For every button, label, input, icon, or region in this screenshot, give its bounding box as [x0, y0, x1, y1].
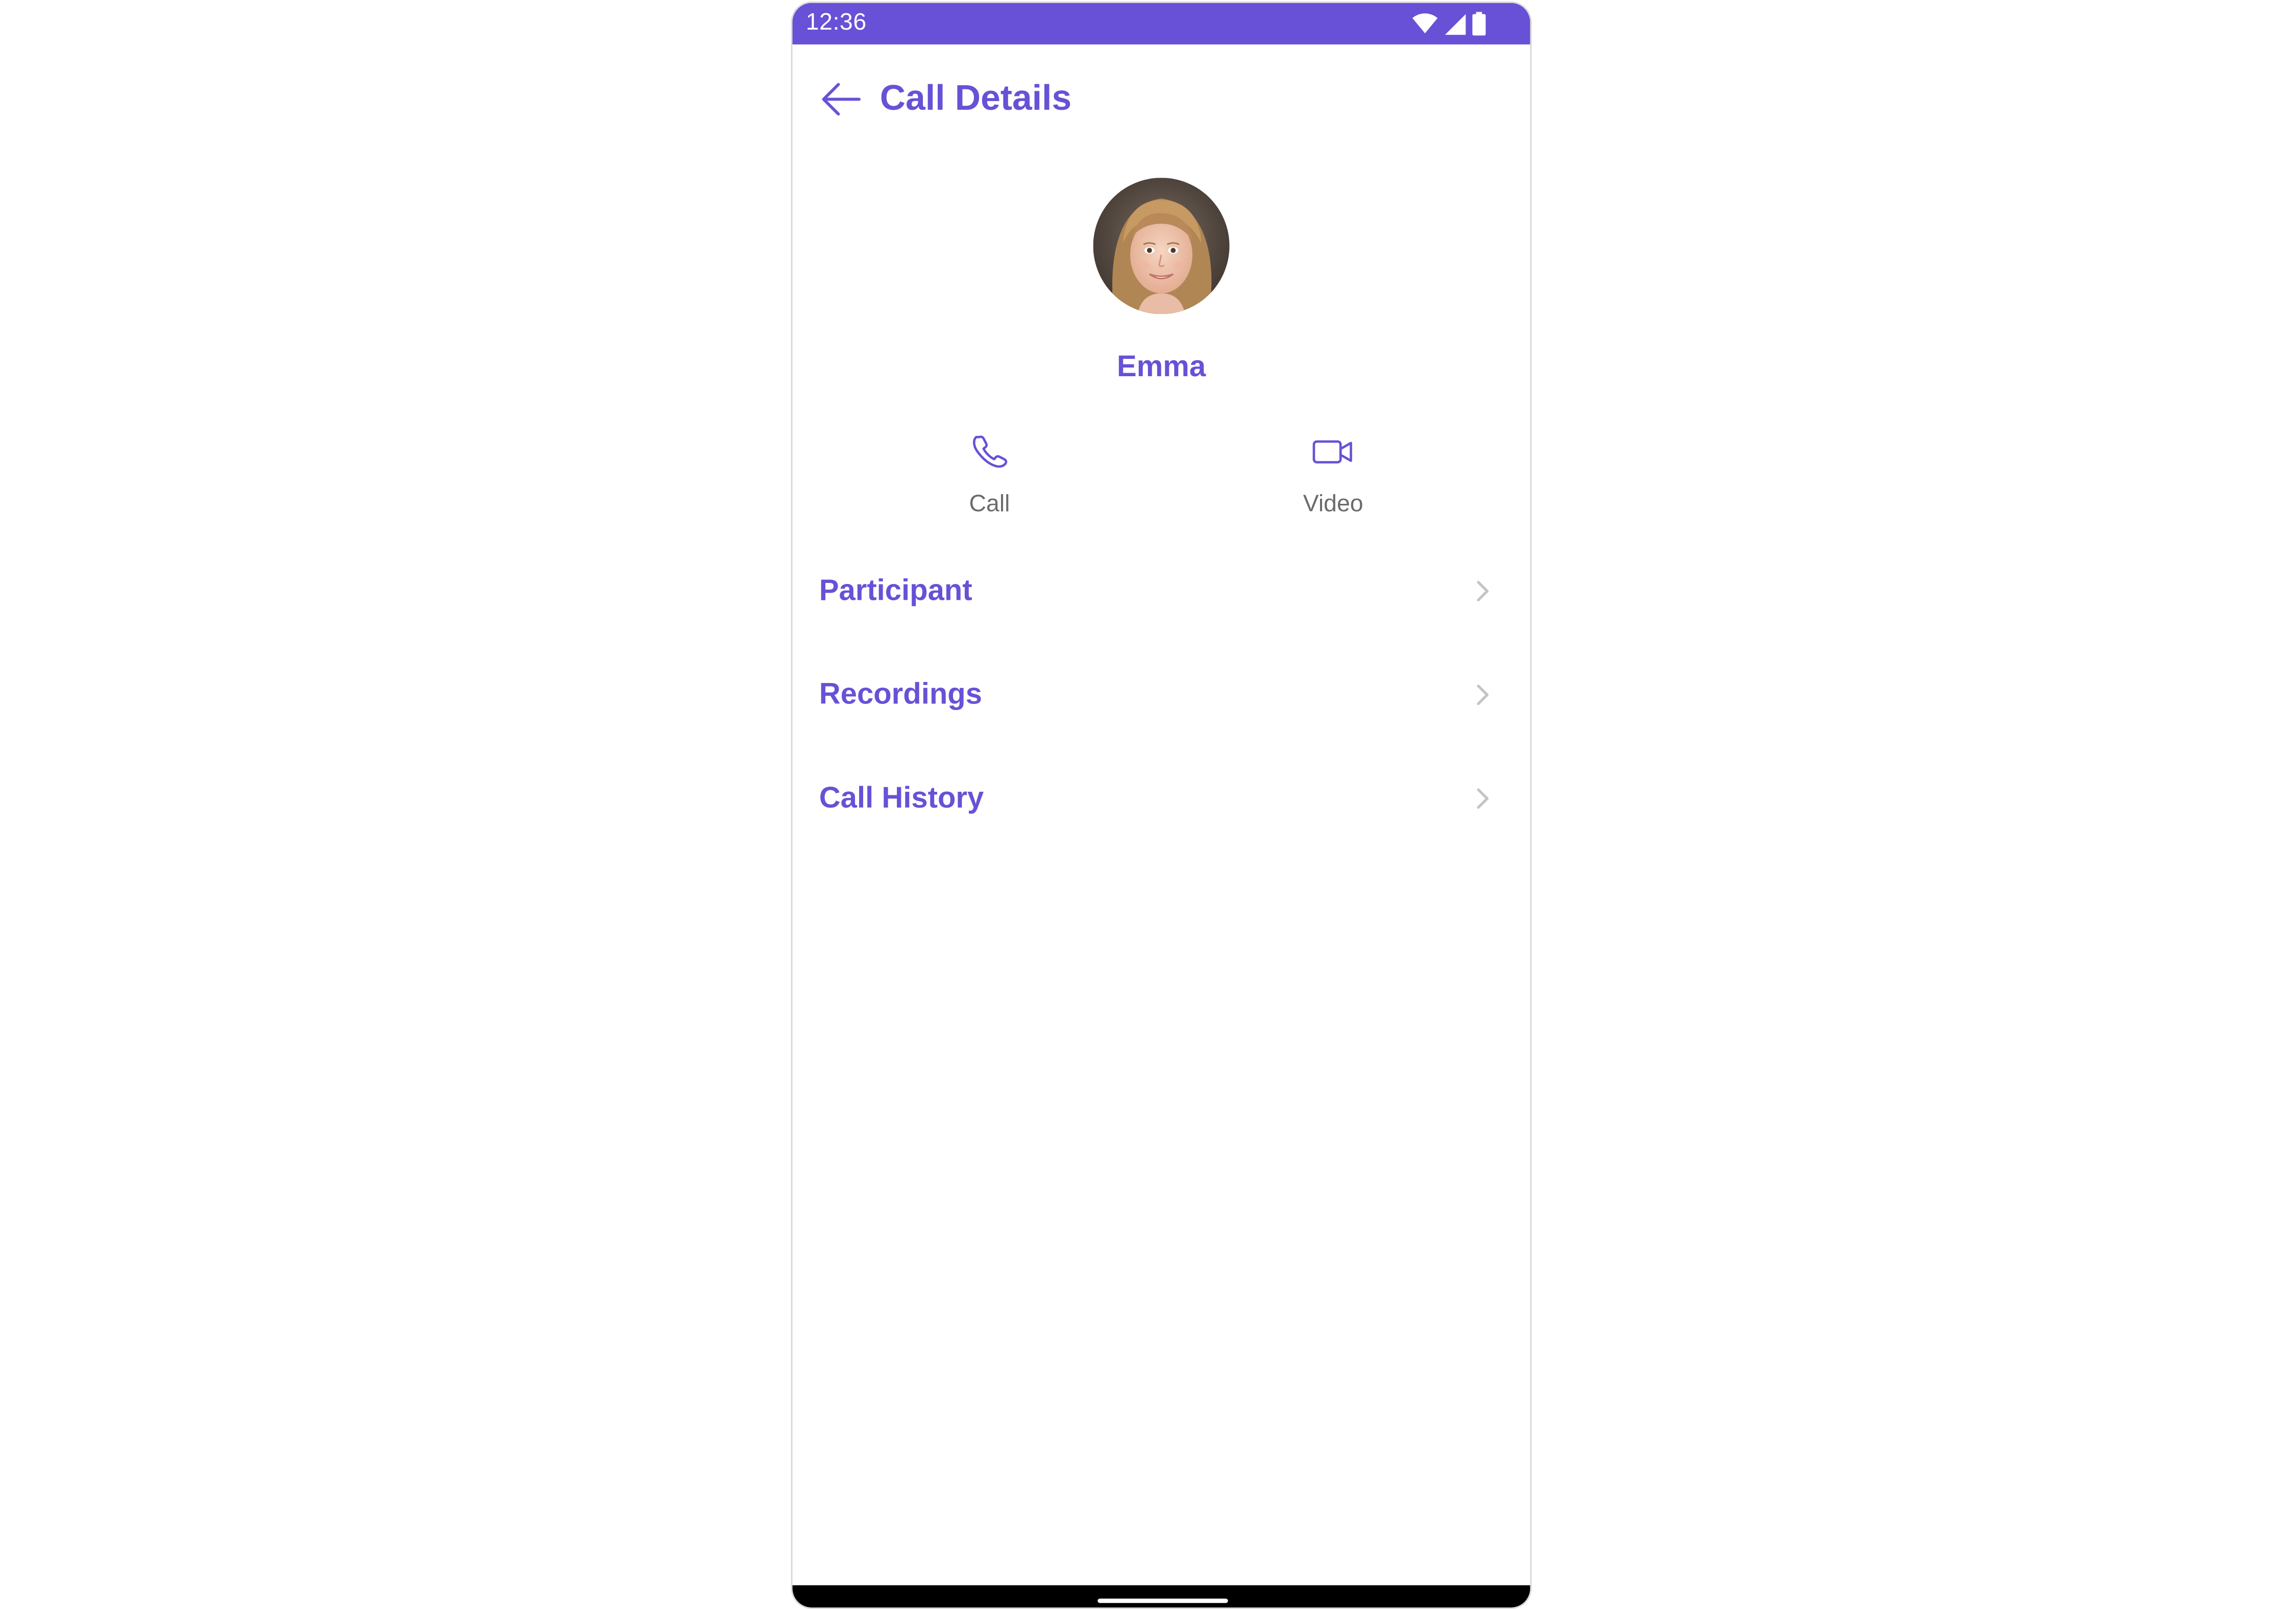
battery-icon [1472, 12, 1486, 36]
back-button[interactable] [816, 74, 867, 125]
video-camera-icon [1312, 440, 1352, 464]
arrow-left-icon [822, 83, 861, 116]
phone-frame: 12:36 Call Details Emma Call Video Parti… [791, 1, 1532, 1609]
status-bar: 12:36 [792, 3, 1530, 45]
chevron-right-icon [1477, 580, 1489, 602]
call-button[interactable]: Call [908, 430, 1071, 528]
menu-item-call-history[interactable]: Call History [793, 754, 1530, 843]
navigation-bar [792, 1585, 1530, 1607]
video-button[interactable]: Video [1252, 430, 1414, 528]
video-label: Video [1303, 492, 1363, 517]
wifi-icon [1412, 13, 1438, 34]
chevron-right-icon [1477, 685, 1489, 705]
status-time: 12:36 [805, 10, 867, 36]
menu-label-participant: Participant [819, 575, 972, 607]
avatar-photo [1093, 178, 1230, 314]
menu-item-participant[interactable]: Participant [793, 547, 1530, 636]
phone-icon [973, 435, 1008, 468]
app-bar: Call Details [793, 62, 1530, 136]
menu-label-recordings: Recordings [819, 678, 983, 712]
chevron-right-icon [1477, 788, 1489, 809]
avatar [1093, 178, 1230, 314]
user-name: Emma [1116, 351, 1206, 384]
menu-label-call-history: Call History [819, 782, 984, 815]
menu-item-recordings[interactable]: Recordings [793, 650, 1530, 739]
call-label: Call [969, 492, 1010, 517]
status-icons [1412, 12, 1486, 36]
signal-icon [1445, 13, 1466, 34]
home-indicator[interactable] [1097, 1598, 1228, 1603]
screen-stage: 12:36 Call Details Emma Call Video Parti… [0, 0, 2296, 1609]
page-title: Call Details [880, 78, 1072, 119]
